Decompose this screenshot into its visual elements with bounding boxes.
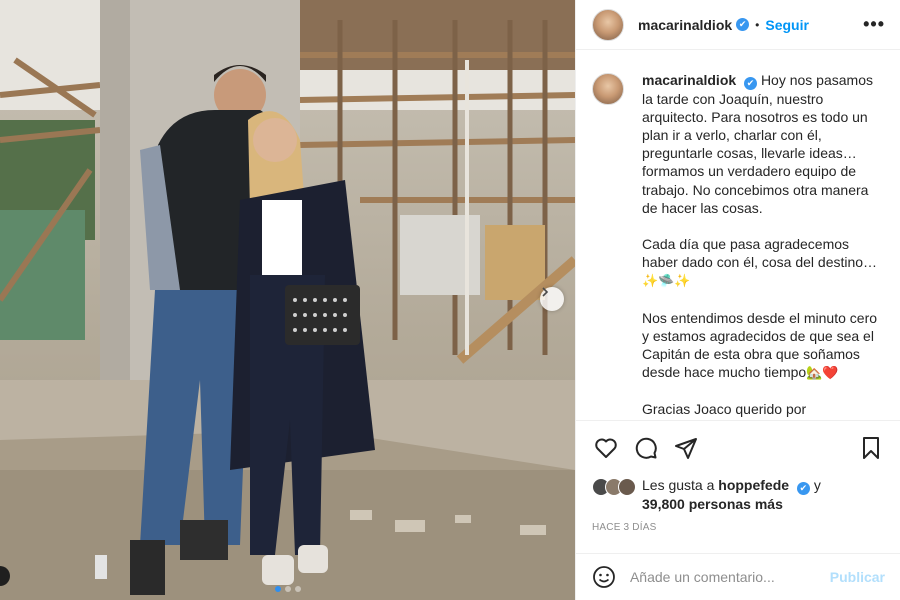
post-header: macarinaldiok ✔ • Seguir •••: [576, 0, 900, 50]
caption-body-1: Hoy nos pasamos la tarde con Joaquín, nu…: [642, 72, 873, 216]
post-actions: [576, 420, 900, 475]
liker-avatar-3: [618, 478, 636, 496]
caption-body-2: Cada día que pasa agradecemos haber dado…: [642, 236, 878, 271]
carousel-indicator: [0, 586, 575, 592]
sparkle-emoji-icon: ✨🛸✨: [642, 273, 691, 289]
smiley-icon[interactable]: [592, 565, 616, 589]
caption-paragraph-3: Nos entendimos desde el minuto cero y es…: [642, 309, 885, 383]
caption-body-3: Nos entendimos desde el minuto cero y es…: [642, 309, 878, 381]
likes-text: Les gusta a hoppefede ✔ y 39,800 persona…: [642, 476, 821, 514]
more-options-icon[interactable]: •••: [863, 14, 885, 35]
verified-badge-icon: ✔: [736, 18, 750, 31]
likes-conjunction: y: [813, 477, 821, 493]
heart-icon: [595, 438, 617, 458]
likes-prefix: Les gusta a: [642, 477, 715, 493]
header-username[interactable]: macarinaldiok: [638, 17, 732, 33]
post-side-panel: macarinaldiok ✔ • Seguir ••• macarinaldi…: [575, 0, 900, 600]
caption-paragraph-2: Cada día que pasa agradecemos haber dado…: [642, 235, 885, 291]
house-heart-emoji-icon: 🏡❤️: [806, 365, 839, 381]
likes-count[interactable]: 39,800 personas más: [642, 496, 783, 512]
carousel-next-button[interactable]: [540, 287, 564, 311]
caption-body-4: Gracias Joaco querido por: [642, 401, 807, 418]
share-button[interactable]: [672, 434, 700, 462]
paper-plane-icon: [675, 438, 697, 459]
liker-avatars[interactable]: [592, 478, 636, 496]
carousel-dot-1: [274, 586, 281, 592]
comment-bar: Publicar: [576, 553, 900, 600]
liker-username[interactable]: hoppefede: [718, 477, 789, 493]
caption-text: macarinaldiok ✔ Hoy nos pasamos la tarde…: [642, 71, 885, 420]
bookmark-icon: [863, 437, 879, 459]
like-button[interactable]: [592, 434, 620, 462]
header-separator: •: [755, 17, 760, 32]
follow-button[interactable]: Seguir: [765, 17, 809, 33]
save-button[interactable]: [857, 434, 885, 462]
construction-photo-illustration: [0, 0, 575, 600]
caption-avatar[interactable]: [592, 73, 624, 105]
comment-button[interactable]: [632, 434, 660, 462]
caption-paragraph-1: macarinaldiok ✔ Hoy nos pasamos la tarde…: [642, 71, 885, 217]
comment-icon: [635, 437, 657, 459]
carousel-dot-2: [284, 586, 291, 592]
liker-verified-badge-icon: ✔: [796, 482, 810, 495]
caption-section: macarinaldiok ✔ Hoy nos pasamos la tarde…: [576, 51, 900, 420]
likes-summary: Les gusta a hoppefede ✔ y 39,800 persona…: [592, 476, 892, 514]
post-photo[interactable]: [0, 0, 575, 600]
caption-paragraph-4: Gracias Joaco querido por: [642, 400, 885, 418]
publish-button[interactable]: Publicar: [830, 569, 885, 585]
chevron-right-icon: [542, 287, 549, 297]
post-timestamp[interactable]: HACE 3 DÍAS: [592, 522, 656, 533]
comment-input[interactable]: [629, 569, 830, 585]
avatar[interactable]: [592, 8, 624, 41]
carousel-dot-3: [294, 586, 301, 592]
caption-username[interactable]: macarinaldiok: [642, 72, 736, 88]
caption-verified-badge-icon: ✔: [744, 76, 758, 90]
